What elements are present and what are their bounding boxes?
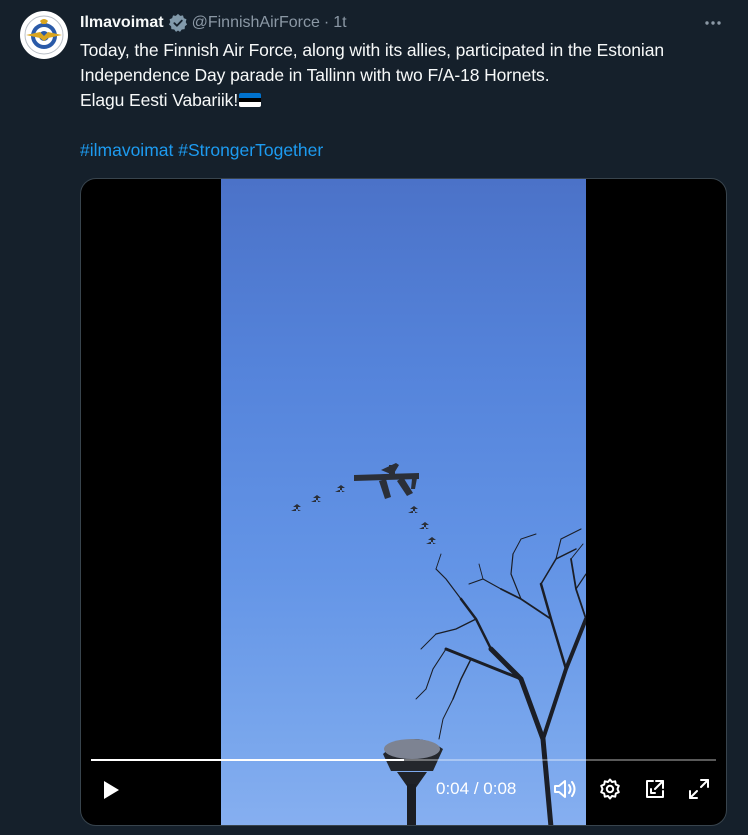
video-frame[interactable] xyxy=(221,179,586,825)
air-force-emblem-icon xyxy=(21,12,67,58)
fullscreen-icon[interactable] xyxy=(684,774,714,804)
tweet-text-content: Today, the Finnish Air Force, along with… xyxy=(80,40,664,110)
hashtag-ilmavoimat[interactable]: #ilmavoimat xyxy=(80,140,173,160)
settings-icon[interactable] xyxy=(595,774,625,804)
time-separator: / xyxy=(469,779,484,798)
duration: 0:08 xyxy=(483,779,517,798)
video-progress-fill xyxy=(91,759,404,761)
hashtag-strongertogether[interactable]: #StrongerTogether xyxy=(178,140,323,160)
current-time: 0:04 xyxy=(436,779,470,798)
video-progress-bar[interactable] xyxy=(91,759,716,761)
video-controls: 0:04 / 0:08 xyxy=(81,769,726,825)
author-handle[interactable]: @FinnishAirForce xyxy=(192,14,320,32)
tweet-body: Ilmavoimat @FinnishAirForce · 1t Today, … xyxy=(80,12,728,162)
estonia-flag-icon xyxy=(239,93,262,107)
volume-icon[interactable] xyxy=(550,774,580,804)
hashtags: #ilmavoimat #StrongerTogether xyxy=(80,138,728,162)
video-timecode: 0:04 / 0:08 xyxy=(436,779,516,799)
header-separator: · xyxy=(323,14,330,31)
picture-in-picture-icon[interactable] xyxy=(640,774,670,804)
more-options-icon[interactable] xyxy=(698,8,728,38)
tweet-header: Ilmavoimat @FinnishAirForce · 1t xyxy=(80,12,728,34)
tweet-timestamp[interactable]: 1t xyxy=(333,14,346,32)
video-player[interactable]: 0:04 / 0:08 xyxy=(80,178,727,826)
verified-badge-icon xyxy=(168,13,188,33)
play-icon[interactable] xyxy=(95,775,125,805)
tweet-text: Today, the Finnish Air Force, along with… xyxy=(80,38,728,113)
video-scene xyxy=(291,463,586,825)
bomber-aircraft xyxy=(354,463,419,499)
author-name[interactable]: Ilmavoimat xyxy=(80,14,164,32)
avatar[interactable] xyxy=(20,11,68,59)
fighter-jets xyxy=(291,485,436,544)
